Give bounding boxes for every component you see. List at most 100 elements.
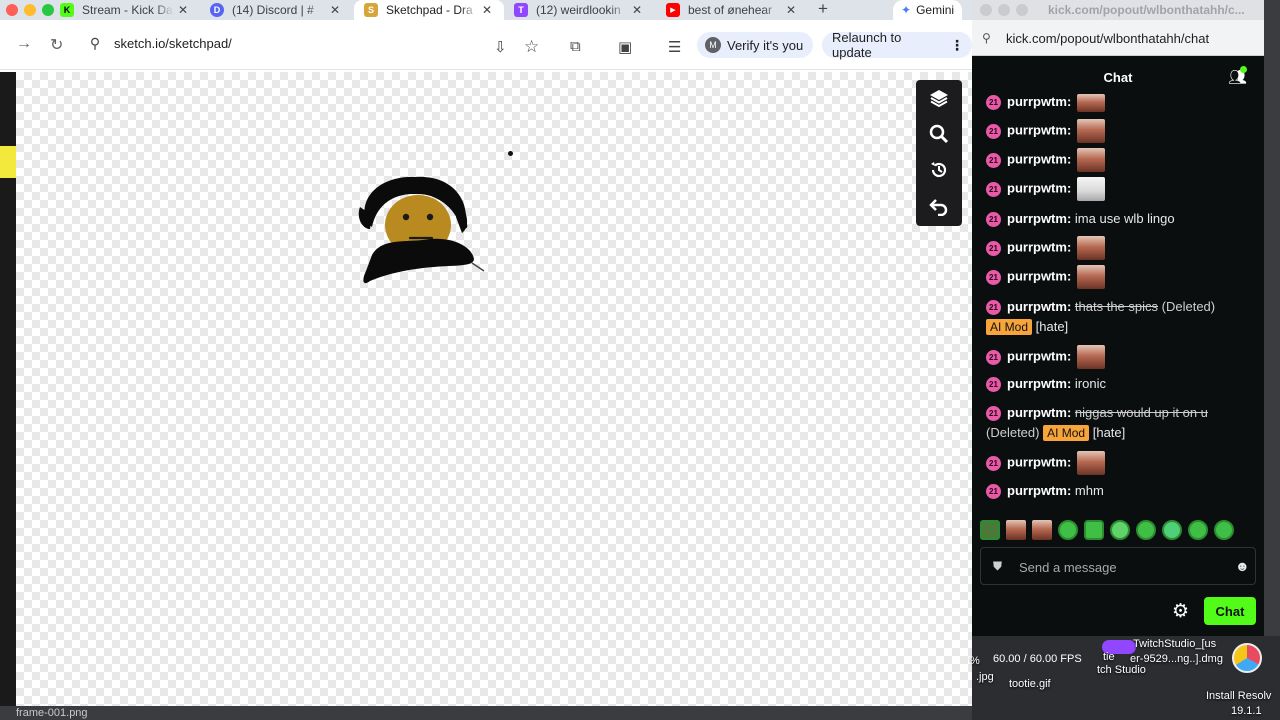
emote-button[interactable]: [1162, 520, 1182, 540]
deleted-text: thats the spics: [1074, 299, 1159, 314]
sketchpad-favicon-icon: S: [364, 3, 378, 17]
tab-title: (14) Discord | #: [232, 3, 314, 17]
sub-badge: 21: [986, 240, 1001, 256]
online-indicator: [1240, 66, 1247, 73]
chat-message-deleted: 21 purrpwtm: thats the spics (Deleted) AI…: [986, 297, 1216, 337]
gemini-button[interactable]: ✦ Gemini: [893, 0, 963, 20]
chat-username[interactable]: purrpwtm:: [1007, 348, 1071, 363]
sketch-stroke-tail: [471, 262, 485, 272]
kick-minimize-button[interactable]: [998, 4, 1010, 16]
frame-filename: frame-001.png: [16, 707, 88, 719]
emoji-icon[interactable]: ☻: [1235, 558, 1250, 574]
reading-list-icon[interactable]: ☰: [668, 38, 681, 56]
verify-profile-button[interactable]: M Verify it's you: [697, 32, 814, 58]
sub-badge: 21: [986, 212, 1001, 228]
zoom-icon[interactable]: [916, 116, 962, 152]
drawing-canvas[interactable]: [16, 72, 972, 706]
chat-username[interactable]: purrpwtm:: [1007, 239, 1071, 254]
chat-title: Chat: [1103, 70, 1133, 85]
chat-username[interactable]: purrpwtm:: [1007, 151, 1071, 166]
chat-text: ironic: [1074, 376, 1106, 391]
emote-button[interactable]: [1136, 520, 1156, 540]
emote-button[interactable]: [1188, 520, 1208, 540]
install-app-icon[interactable]: ⇩: [494, 38, 507, 56]
tab-discord[interactable]: D (14) Discord | # ✕: [200, 0, 352, 20]
chat-emote: [1076, 451, 1105, 475]
chat-username[interactable]: purrpwtm:: [1007, 122, 1071, 137]
chat-username[interactable]: purrpwtm:: [1007, 405, 1071, 420]
address-bar[interactable]: ⚲ sketch.io/sketchpad/: [80, 28, 554, 58]
close-tab-icon[interactable]: ✕: [478, 3, 496, 17]
sketch-tool-panel: [916, 80, 962, 226]
tootie-gif-label[interactable]: tootie.gif: [1009, 678, 1051, 690]
chat-settings-gear-icon[interactable]: ⚙: [1172, 600, 1189, 623]
url-text: sketch.io/sketchpad/: [114, 35, 232, 51]
sketch-left-eye: [402, 213, 410, 221]
kick-url-bar[interactable]: ⚲ kick.com/popout/wlbonthatahh/chat: [972, 20, 1264, 56]
emote-button[interactable]: [1032, 520, 1052, 540]
send-chat-button[interactable]: Chat: [1204, 597, 1256, 625]
install-resolve-label[interactable]: Install Resolv: [1206, 690, 1271, 702]
relaunch-label: Relaunch to update: [832, 30, 902, 60]
chat-username[interactable]: purrpwtm:: [1007, 483, 1071, 498]
kick-maximize-button[interactable]: [1016, 4, 1028, 16]
close-tab-icon[interactable]: ✕: [782, 3, 800, 17]
chat-emote: [1076, 265, 1105, 289]
sub-badge: 21: [986, 152, 1001, 168]
tie-label: tie: [1103, 651, 1115, 663]
emote-button[interactable]: [1084, 520, 1104, 540]
tab-sketchpad[interactable]: S Sketchpad - Dra ✕: [354, 0, 504, 20]
layers-icon[interactable]: [916, 80, 962, 116]
send-message-input[interactable]: [1019, 557, 1219, 577]
undo-icon[interactable]: [916, 188, 962, 224]
bookmark-star-icon[interactable]: ☆: [524, 37, 539, 57]
browser-toolbar: → ↻ ⚲ sketch.io/sketchpad/ ⇩ ☆ ⧉ ▣ ☰ M V…: [0, 20, 972, 70]
close-tab-icon[interactable]: ✕: [326, 3, 344, 17]
chat-username[interactable]: purrpwtm:: [1007, 268, 1071, 283]
chat-username[interactable]: purrpwtm:: [1007, 180, 1071, 195]
sketch-drawing: [358, 176, 485, 284]
davinci-resolve-icon[interactable]: [1232, 643, 1262, 673]
mod-reason: [hate]: [1035, 319, 1069, 334]
chat-username[interactable]: purrpwtm:: [1007, 94, 1071, 109]
chat-input-box[interactable]: ⛊ ☻: [980, 547, 1256, 585]
close-window-button[interactable]: [6, 4, 18, 16]
kick-close-button[interactable]: [980, 4, 992, 16]
site-settings-icon[interactable]: ⚲: [982, 31, 991, 45]
tab-kick-stream[interactable]: K Stream - Kick Da ✕: [50, 0, 200, 20]
sub-badge: 21: [986, 377, 1001, 393]
sub-badge: 21: [986, 406, 1001, 422]
tab-youtube[interactable]: ▶ best of ønehear ✕: [656, 0, 808, 20]
emote-button[interactable]: [1006, 520, 1026, 540]
sub-badge: 21: [986, 181, 1001, 197]
forward-icon[interactable]: →: [16, 35, 32, 53]
tab-twitch[interactable]: T (12) weirdlookin ✕: [504, 0, 654, 20]
chat-username[interactable]: purrpwtm:: [1007, 299, 1071, 314]
twitch-dmg-label[interactable]: TwitchStudio_[us: [1133, 638, 1216, 650]
sub-badge: 21: [986, 95, 1001, 111]
extensions-icon[interactable]: ⧉: [570, 38, 581, 55]
relaunch-update-button[interactable]: Relaunch to update ⋮: [822, 30, 972, 60]
reload-icon[interactable]: ↻: [50, 35, 63, 55]
close-tab-icon[interactable]: ✕: [174, 3, 192, 17]
minimize-window-button[interactable]: [24, 4, 36, 16]
chat-username[interactable]: purrpwtm:: [1007, 211, 1071, 226]
site-settings-icon[interactable]: ⚲: [80, 35, 110, 52]
emote-button[interactable]: [980, 520, 1000, 540]
emote-button[interactable]: [1214, 520, 1234, 540]
kebab-menu-icon[interactable]: ⋮: [950, 37, 964, 54]
kick-chat-window: kick.com/popout/wlbonthatahh/c... ⚲ kick…: [972, 0, 1264, 636]
chat-username[interactable]: purrpwtm:: [1007, 376, 1071, 391]
close-tab-icon[interactable]: ✕: [628, 3, 646, 17]
chat-emote: [1076, 236, 1105, 260]
emote-button[interactable]: [1058, 520, 1078, 540]
gemini-label: Gemini: [916, 3, 955, 17]
twitch-favicon-icon: T: [514, 3, 528, 17]
chat-text: mhm: [1074, 483, 1104, 498]
twitch-studio-label[interactable]: tch Studio: [1097, 664, 1146, 676]
history-icon[interactable]: [916, 152, 962, 188]
emote-button[interactable]: [1110, 520, 1130, 540]
tab-search-icon[interactable]: ▣: [618, 38, 632, 56]
chat-username[interactable]: purrpwtm:: [1007, 454, 1071, 469]
new-tab-button[interactable]: +: [814, 0, 832, 20]
